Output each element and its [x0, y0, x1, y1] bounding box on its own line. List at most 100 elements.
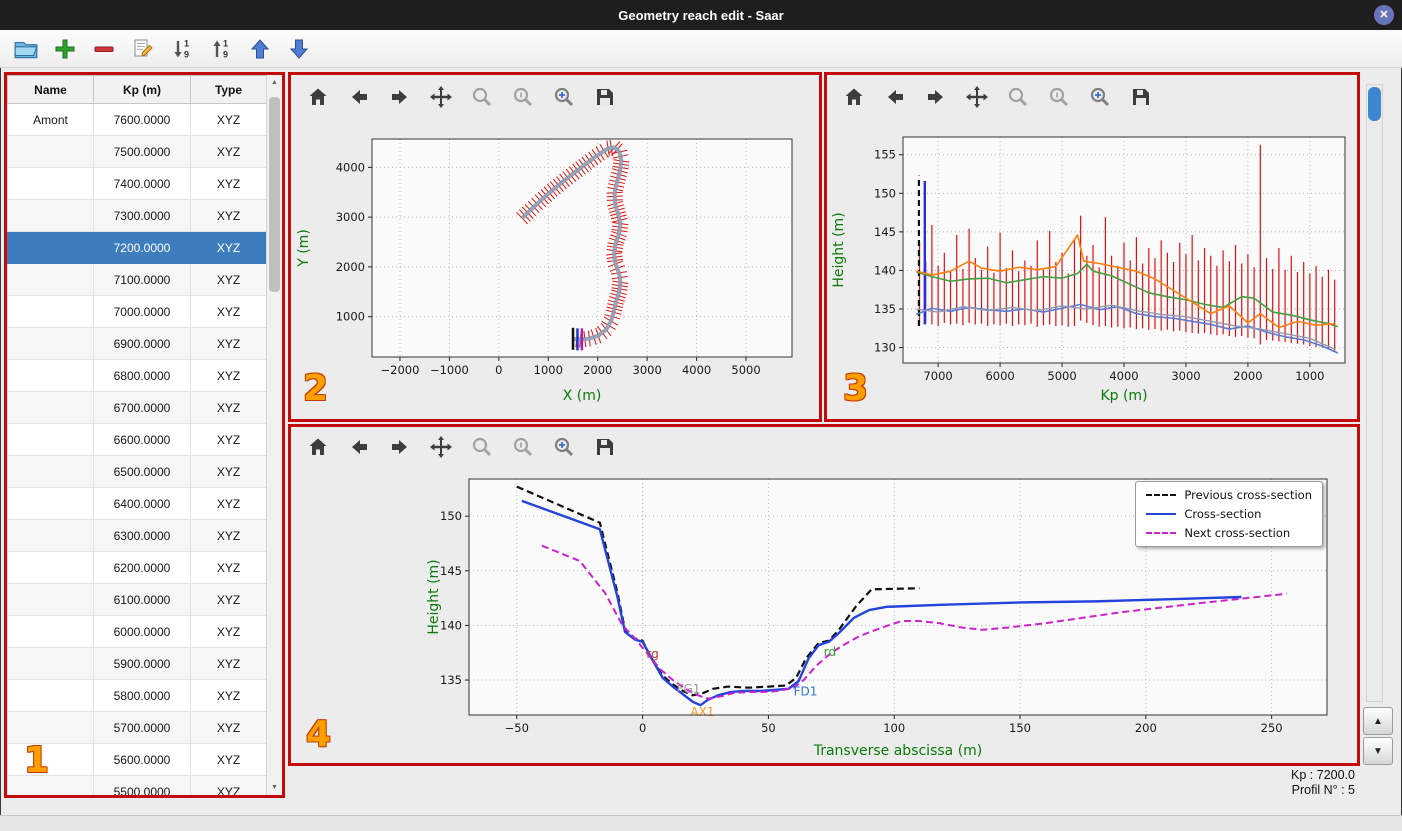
table-row[interactable]: 6000.0000 XYZ	[7, 615, 267, 648]
table-row[interactable]: 7200.0000 XYZ	[7, 231, 267, 264]
profile-up-button[interactable]: ▲	[1363, 707, 1393, 735]
cell-kp[interactable]: 7500.0000	[93, 135, 191, 168]
cell-kp[interactable]: 7600.0000	[93, 103, 191, 136]
cell-kp[interactable]: 5900.0000	[93, 647, 191, 680]
cell-name[interactable]	[7, 455, 94, 488]
table-row[interactable]: 7300.0000 XYZ	[7, 199, 267, 232]
table-row[interactable]: Amont 7600.0000 XYZ	[7, 103, 267, 136]
col-header-kp[interactable]: Kp (m)	[93, 75, 191, 104]
cell-kp[interactable]: 5600.0000	[93, 743, 191, 776]
table-row[interactable]: 6800.0000 XYZ	[7, 359, 267, 392]
cell-kp[interactable]: 5800.0000	[93, 679, 191, 712]
home-icon[interactable]	[305, 434, 331, 460]
zoom-plus-icon[interactable]	[551, 84, 577, 110]
cell-kp[interactable]: 7100.0000	[93, 263, 191, 296]
cell-type[interactable]: XYZ	[190, 743, 267, 776]
back-icon[interactable]	[882, 84, 908, 110]
sort-ascending-button[interactable]: 1 9	[168, 35, 196, 63]
cell-name[interactable]	[7, 615, 94, 648]
cell-type[interactable]: XYZ	[190, 359, 267, 392]
cell-name[interactable]	[7, 327, 94, 360]
cell-name[interactable]	[7, 679, 94, 712]
col-header-name[interactable]: Name	[7, 75, 94, 104]
pan-icon[interactable]	[964, 84, 990, 110]
table-scrollbar[interactable]: ▲ ▼	[266, 75, 282, 795]
cell-kp[interactable]: 5500.0000	[93, 775, 191, 795]
cell-kp[interactable]: 6400.0000	[93, 487, 191, 520]
zoom-icon[interactable]	[469, 84, 495, 110]
cell-kp[interactable]: 7000.0000	[93, 295, 191, 328]
cell-name[interactable]	[7, 423, 94, 456]
cell-type[interactable]: XYZ	[190, 295, 267, 328]
cell-name[interactable]	[7, 551, 94, 584]
window-scrollbar[interactable]	[1366, 84, 1383, 702]
zoom-icon[interactable]	[1005, 84, 1031, 110]
cell-kp[interactable]: 6900.0000	[93, 327, 191, 360]
cell-type[interactable]: XYZ	[190, 423, 267, 456]
move-up-button[interactable]	[246, 35, 274, 63]
cell-name[interactable]	[7, 167, 94, 200]
sort-descending-button[interactable]: 1 9	[207, 35, 235, 63]
forward-icon[interactable]	[923, 84, 949, 110]
cell-type[interactable]: XYZ	[190, 551, 267, 584]
plan-chart-canvas[interactable]: −2000 −1000 0 1000 2000 3000 4000 5000 1000 2000 3…	[291, 119, 819, 419]
cell-name[interactable]: Amont	[7, 103, 94, 136]
back-icon[interactable]	[346, 434, 372, 460]
cell-name[interactable]	[7, 391, 94, 424]
scroll-up-icon[interactable]: ▲	[267, 79, 282, 86]
cell-kp[interactable]: 6200.0000	[93, 551, 191, 584]
cell-kp[interactable]: 6000.0000	[93, 615, 191, 648]
scroll-down-icon[interactable]: ▼	[267, 784, 282, 791]
cell-name[interactable]	[7, 295, 94, 328]
table-row[interactable]: 5800.0000 XYZ	[7, 679, 267, 712]
cell-name[interactable]	[7, 775, 94, 795]
table-row[interactable]: 6700.0000 XYZ	[7, 391, 267, 424]
table-row[interactable]: 5900.0000 XYZ	[7, 647, 267, 680]
cell-type[interactable]: XYZ	[190, 167, 267, 200]
cell-type[interactable]: XYZ	[190, 135, 267, 168]
cell-type[interactable]: XYZ	[190, 327, 267, 360]
edit-cross-section-button[interactable]	[129, 35, 157, 63]
table-row[interactable]: 6400.0000 XYZ	[7, 487, 267, 520]
table-row[interactable]: 5700.0000 XYZ	[7, 711, 267, 744]
zoom-info-icon[interactable]	[510, 84, 536, 110]
cell-name[interactable]	[7, 647, 94, 680]
cell-kp[interactable]: 6800.0000	[93, 359, 191, 392]
cell-type[interactable]: XYZ	[190, 231, 267, 264]
save-icon[interactable]	[592, 84, 618, 110]
cell-name[interactable]	[7, 231, 94, 264]
cell-type[interactable]: XYZ	[190, 263, 267, 296]
zoom-icon[interactable]	[469, 434, 495, 460]
cell-type[interactable]: XYZ	[190, 775, 267, 795]
zoom-info-icon[interactable]	[1046, 84, 1072, 110]
cell-kp[interactable]: 7400.0000	[93, 167, 191, 200]
cell-type[interactable]: XYZ	[190, 199, 267, 232]
cell-type[interactable]: XYZ	[190, 103, 267, 136]
cell-type[interactable]: XYZ	[190, 487, 267, 520]
add-cross-section-button[interactable]	[51, 35, 79, 63]
cell-kp[interactable]: 6600.0000	[93, 423, 191, 456]
pan-icon[interactable]	[428, 84, 454, 110]
close-button[interactable]: ✕	[1374, 5, 1394, 25]
profile-down-button[interactable]: ▼	[1363, 737, 1393, 765]
cell-name[interactable]	[7, 135, 94, 168]
title-bar[interactable]: Geometry reach edit - Saar ✕	[0, 0, 1402, 30]
zoom-plus-icon[interactable]	[551, 434, 577, 460]
table-row[interactable]: 6500.0000 XYZ	[7, 455, 267, 488]
table-row[interactable]: 6200.0000 XYZ	[7, 551, 267, 584]
cell-type[interactable]: XYZ	[190, 711, 267, 744]
cell-kp[interactable]: 7200.0000	[93, 231, 191, 264]
cell-name[interactable]	[7, 199, 94, 232]
table-row[interactable]: 7400.0000 XYZ	[7, 167, 267, 200]
table-row[interactable]: 6900.0000 XYZ	[7, 327, 267, 360]
pan-icon[interactable]	[428, 434, 454, 460]
cell-kp[interactable]: 7300.0000	[93, 199, 191, 232]
cell-type[interactable]: XYZ	[190, 615, 267, 648]
cell-name[interactable]	[7, 711, 94, 744]
table-row[interactable]: 6300.0000 XYZ	[7, 519, 267, 552]
zoom-plus-icon[interactable]	[1087, 84, 1113, 110]
remove-cross-section-button[interactable]	[90, 35, 118, 63]
cell-kp[interactable]: 6500.0000	[93, 455, 191, 488]
cell-type[interactable]: XYZ	[190, 455, 267, 488]
cell-kp[interactable]: 6100.0000	[93, 583, 191, 616]
